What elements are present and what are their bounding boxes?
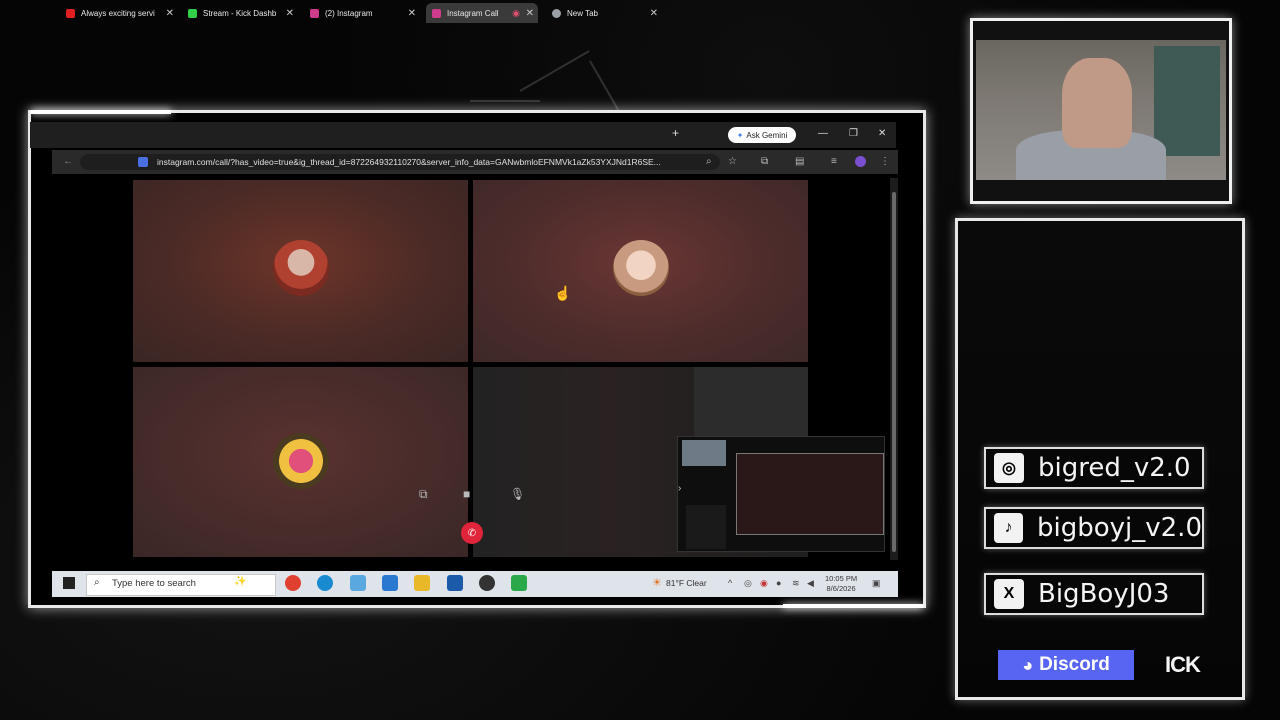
window-close-button[interactable]: ✕ (878, 128, 886, 139)
store-taskbar-icon[interactable] (447, 575, 463, 591)
hand-cursor-icon: ☝ (554, 285, 572, 301)
minimize-button[interactable]: — (818, 128, 828, 139)
tiktok-icon: ♪ (994, 513, 1023, 543)
close-icon[interactable]: ✕ (166, 8, 174, 19)
taskbar-clock[interactable]: 10:05 PM 8/6/2026 (825, 574, 857, 594)
chevron-right-icon[interactable]: › (678, 483, 681, 494)
close-icon[interactable]: ✕ (286, 8, 294, 19)
sidebar-icon[interactable]: ▤ (795, 156, 804, 167)
tab-label: (2) Instagram (325, 8, 373, 18)
phone-hangup-icon: ✆ (467, 527, 477, 539)
tab-kick[interactable]: Stream - Kick Dashb ✕ (188, 3, 294, 23)
tab-new-tab[interactable]: New Tab ✕ (552, 3, 658, 23)
bookmark-star-icon[interactable]: ☆ (728, 156, 737, 167)
x-icon: X (994, 579, 1024, 609)
weather-icon: ☀ (652, 577, 662, 589)
participant-avatar-1 (273, 240, 329, 296)
close-icon[interactable]: ✕ (526, 8, 534, 19)
scrollbar[interactable] (890, 178, 898, 560)
recording-icon: ◉ (512, 7, 520, 18)
discord-badge: ◕ Discord (998, 650, 1134, 680)
youtube-icon (66, 8, 75, 18)
windows-start-icon[interactable] (63, 577, 75, 589)
self-video-overlay (694, 367, 808, 437)
volume-icon[interactable]: ◀ (807, 578, 814, 589)
tab-label: New Tab (567, 8, 598, 18)
xbox-taskbar-icon[interactable] (511, 575, 527, 591)
extensions-icon[interactable]: ⧉ (761, 156, 768, 167)
instagram-icon (432, 8, 441, 18)
scrollbar-thumb[interactable] (892, 192, 896, 552)
microphone-tray-icon[interactable]: ● (776, 578, 781, 588)
frame-glow (31, 110, 171, 114)
tab-label: Instagram Call (447, 8, 499, 18)
notifications-icon[interactable]: ▣ (872, 578, 881, 589)
wifi-icon[interactable]: ≋ (792, 578, 800, 589)
social-tiktok: ♪ bigboyj_v2.0 (984, 507, 1204, 549)
search-icon: ⌕ (94, 577, 100, 588)
kick-icon (188, 8, 197, 18)
clock-date: 8/6/2026 (826, 584, 856, 593)
social-handle: bigboyj_v2.0 (1037, 513, 1202, 543)
end-call-button[interactable]: ✆ (461, 522, 483, 544)
mail-taskbar-icon[interactable] (382, 575, 398, 591)
tray-app-icon[interactable]: ◎ (744, 578, 752, 589)
participant-avatar-3 (273, 433, 329, 489)
kick-logo: ICK (1165, 652, 1201, 677)
discord-label: Discord (1039, 654, 1110, 675)
instagram-icon (310, 8, 319, 18)
media-icon[interactable]: ≡ (831, 156, 837, 167)
restore-button[interactable]: ❐ (849, 128, 858, 139)
tab-label: Stream - Kick Dashb (203, 8, 277, 18)
participant-avatar-2 (613, 240, 669, 296)
decor-line (470, 100, 540, 102)
webcam-feed (976, 40, 1226, 180)
screen-share-icon[interactable]: ⧉ (419, 487, 428, 502)
profile-avatar[interactable] (855, 156, 866, 167)
microphone-icon[interactable]: 🎙︎ (510, 487, 525, 501)
clock-time: 10:05 PM (825, 574, 858, 583)
copilot-taskbar-icon[interactable] (350, 575, 366, 591)
tab-instagram-call[interactable]: Instagram Call ◉ ✕ (426, 3, 538, 23)
preview-camera-thumbnail (682, 440, 726, 466)
tray-app-icon[interactable]: ◉ (760, 578, 768, 589)
search-placeholder: Type here to search (112, 578, 196, 589)
chevron-up-icon[interactable]: ^ (728, 578, 732, 588)
gemini-icon: ✦ (736, 130, 744, 140)
instagram-icon: ◎ (994, 453, 1024, 483)
tab-label: Always exciting servi (81, 8, 155, 18)
discord-icon: ◕ (1022, 654, 1034, 675)
obs-taskbar-icon[interactable] (479, 575, 495, 591)
tab-instagram[interactable]: (2) Instagram ✕ (310, 3, 416, 23)
social-handle: bigred_v2.0 (1038, 453, 1191, 483)
preview-list (686, 505, 726, 549)
preview-screen-thumbnail (736, 453, 884, 535)
screen-preview-popup: › (677, 436, 885, 552)
social-instagram: ◎ bigred_v2.0 (984, 447, 1204, 489)
zoom-icon[interactable]: ⌕ (706, 156, 712, 167)
ask-gemini-label: Ask Gemini (746, 130, 788, 140)
close-icon[interactable]: ✕ (408, 8, 416, 19)
close-icon[interactable]: ✕ (650, 8, 658, 19)
chrome-taskbar-icon[interactable] (285, 575, 301, 591)
site-info-icon[interactable] (138, 157, 148, 167)
camera-icon[interactable]: ■ (463, 487, 470, 501)
sparkle-icon: ✨ (234, 576, 247, 587)
weather-text[interactable]: 81°F Clear (666, 578, 707, 588)
social-handle: BigBoyJ03 (1038, 579, 1170, 609)
new-tab-button[interactable]: + (672, 126, 679, 140)
webcam-window-bg (1154, 46, 1220, 156)
social-x: X BigBoyJ03 (984, 573, 1204, 615)
frame-glow (783, 604, 923, 608)
chrome-icon (552, 8, 561, 18)
menu-icon[interactable]: ⋮ (880, 156, 890, 167)
url-text: instagram.com/call/?has_video=true&ig_th… (157, 157, 661, 167)
back-button[interactable]: ← (63, 156, 73, 167)
ask-gemini-button[interactable]: ✦ Ask Gemini (728, 127, 796, 143)
tab-youtube[interactable]: Always exciting servi ✕ (66, 3, 174, 23)
edge-taskbar-icon[interactable] (317, 575, 333, 591)
file-explorer-icon[interactable] (414, 575, 430, 591)
webcam-streamer-face (1062, 58, 1132, 148)
